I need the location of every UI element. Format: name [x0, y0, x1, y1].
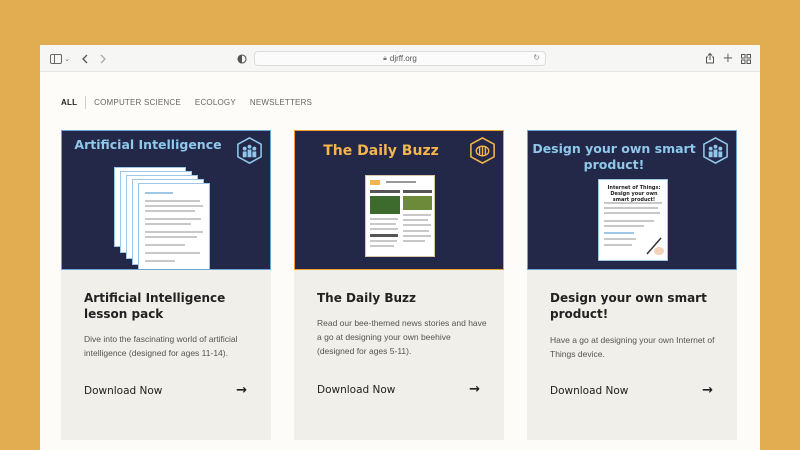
document-preview [138, 183, 210, 269]
hexagon-bee-icon [470, 137, 495, 164]
filter-computer-science[interactable]: COMPUTER SCIENCE [87, 98, 188, 107]
address-bar[interactable]: 🔒︎ djrff.org ↻ [254, 51, 546, 66]
card-banner[interactable]: The Daily Buzz [294, 130, 504, 270]
filter-newsletters[interactable]: NEWSLETTERS [243, 98, 319, 107]
banner-title: Artificial Intelligence [74, 137, 222, 152]
download-button[interactable]: Download Now → [317, 382, 480, 397]
back-button[interactable] [78, 45, 92, 72]
download-label: Download Now [317, 383, 396, 396]
card-banner[interactable]: Design your own smart product! Internet … [527, 130, 737, 270]
lock-icon: 🔒︎ [383, 54, 387, 62]
browser-window: ⌄ 🔒︎ djrff.org ↻ + ALL COMPUTER SCIENCE … [40, 45, 760, 450]
category-filters: ALL COMPUTER SCIENCE ECOLOGY NEWSLETTERS [61, 96, 319, 109]
shield-icon[interactable] [236, 45, 248, 72]
banner-title: The Daily Buzz [323, 143, 439, 159]
filter-divider [85, 96, 87, 109]
download-button[interactable]: Download Now → [84, 383, 247, 398]
reload-icon[interactable]: ↻ [533, 53, 540, 62]
arrow-right-icon: → [469, 382, 480, 397]
arrow-right-icon: → [702, 383, 713, 398]
filter-all[interactable]: ALL [61, 98, 85, 107]
card-description: Dive into the fascinating world of artif… [84, 334, 238, 358]
card-description: Have a go at designing your own Internet… [550, 335, 715, 359]
resource-card-daily-buzz: The Daily Buzz The Daily Buzz Read our b… [294, 130, 504, 440]
download-label: Download Now [84, 384, 163, 397]
browser-toolbar: ⌄ 🔒︎ djrff.org ↻ + [40, 45, 760, 72]
card-title: Design your own smart product! [550, 291, 707, 321]
card-description: Read our bee-themed news stories and hav… [317, 318, 487, 356]
sidebar-icon[interactable] [49, 45, 63, 72]
hexagon-people-icon [703, 137, 728, 164]
filter-ecology[interactable]: ECOLOGY [188, 98, 243, 107]
resource-card-ai: Artificial Intelligence Artificial Intel… [61, 130, 271, 440]
forward-button[interactable] [96, 45, 110, 72]
card-title: The Daily Buzz [317, 291, 416, 305]
worksheet-preview: Internet of Things: Design your own smar… [598, 179, 668, 261]
plus-icon[interactable]: + [721, 45, 735, 72]
card-banner[interactable]: Artificial Intelligence [61, 130, 271, 270]
hexagon-people-icon [237, 137, 262, 164]
hand-pencil-icon [646, 237, 664, 255]
grid-icon[interactable] [739, 45, 753, 72]
newsletter-preview [365, 175, 435, 257]
arrow-right-icon: → [236, 383, 247, 398]
download-label: Download Now [550, 384, 629, 397]
chevron-down-icon[interactable]: ⌄ [63, 45, 71, 72]
worksheet-title: Internet of Things: Design your own smar… [607, 185, 661, 203]
download-button[interactable]: Download Now → [550, 383, 713, 398]
card-title: Artificial Intelligence lesson pack [84, 291, 226, 321]
share-icon[interactable] [703, 45, 717, 72]
banner-title: Design your own smart product! [532, 141, 696, 172]
url-text: djrff.org [389, 54, 417, 63]
resource-card-smart-product: Design your own smart product! Internet … [527, 130, 737, 440]
